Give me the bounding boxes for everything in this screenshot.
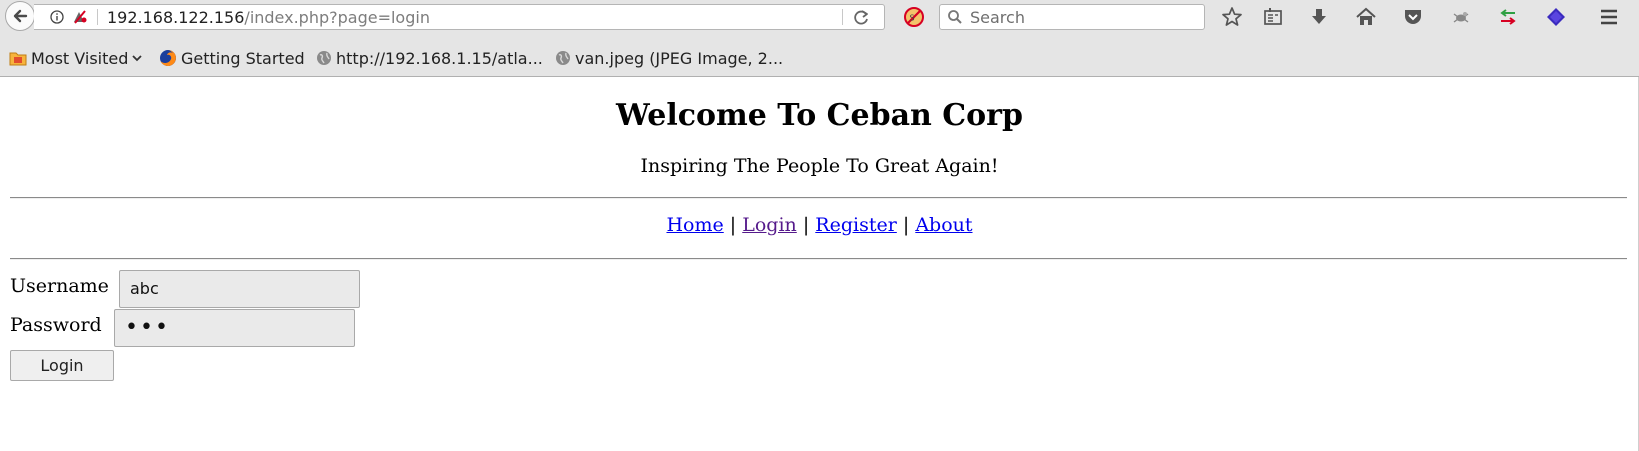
bookmark-van-jpeg[interactable]: van.jpeg (JPEG Image, 2... [555,46,783,70]
reload-icon[interactable] [852,9,870,27]
bookmarks-toolbar: Most Visited Getting Started http://192.… [0,42,1639,74]
globe-icon [556,51,570,65]
bookmark-most-visited[interactable]: Most Visited [9,46,148,70]
reading-list-icon[interactable] [1262,6,1284,28]
bug-icon[interactable] [1450,6,1472,28]
back-arrow-icon [13,9,28,23]
nav-separator: | [902,214,910,236]
login-button[interactable]: Login [10,350,114,381]
divider-top [10,197,1627,199]
search-bar[interactable]: Search [939,4,1205,30]
chevron-down-icon [132,55,143,62]
firefox-icon [160,50,176,66]
home-icon[interactable] [1355,6,1377,28]
bookmark-label: Most Visited [31,48,129,68]
layers-icon[interactable] [1545,6,1567,28]
nav-link-login[interactable]: Login [742,214,797,236]
divider-bottom [10,258,1627,260]
page-tagline: Inspiring The People To Great Again! [640,155,999,177]
proxy-arrows-icon[interactable] [1497,6,1519,28]
url-path: /index.php?page=login [244,8,430,27]
password-label: Password [10,314,102,336]
url-host: 192.168.122.156 [107,8,245,27]
nav-link-home[interactable]: Home [666,214,723,236]
bookmark-atlas-link[interactable]: http://192.168.1.15/atla... [316,46,543,70]
url-bar[interactable]: 192.168.122.156/index.php?page=login [34,4,885,30]
info-icon[interactable] [50,10,64,24]
site-navigation: Home | Login | Register | About [0,214,1639,236]
svg-text:S: S [910,14,915,23]
page-content: Welcome To Ceban Corp Inspiring The Peop… [0,77,1639,451]
nav-link-about[interactable]: About [915,214,972,236]
password-input[interactable]: ••• [114,309,355,347]
username-label: Username [10,275,109,297]
search-placeholder: Search [970,8,1025,27]
nav-separator: | [802,214,810,236]
menu-icon[interactable] [1598,6,1620,28]
download-icon[interactable] [1308,6,1330,28]
noscript-icon[interactable]: S [903,6,925,28]
nav-link-register[interactable]: Register [815,214,897,236]
bookmark-label: van.jpeg (JPEG Image, 2... [575,48,784,68]
bookmark-label: Getting Started [181,48,305,68]
star-icon[interactable] [1221,6,1243,28]
nav-separator: | [729,214,737,236]
url-text[interactable]: 192.168.122.156/index.php?page=login [107,8,430,27]
username-input[interactable]: abc [119,270,360,308]
url-separator [97,9,98,25]
mixed-content-icon[interactable] [72,10,88,24]
url-separator-right [842,9,843,25]
search-icon [948,10,962,24]
pocket-icon[interactable] [1402,6,1424,28]
folder-icon [9,52,27,66]
bookmark-getting-started[interactable]: Getting Started [159,46,305,70]
browser-chrome: 192.168.122.156/index.php?page=login S S… [0,0,1639,77]
navigation-toolbar: 192.168.122.156/index.php?page=login S S… [0,0,1639,34]
page-title: Welcome To Ceban Corp [616,98,1023,133]
globe-icon [317,51,331,65]
back-button[interactable] [5,1,35,31]
bookmark-label: http://192.168.1.15/atla... [336,48,543,68]
